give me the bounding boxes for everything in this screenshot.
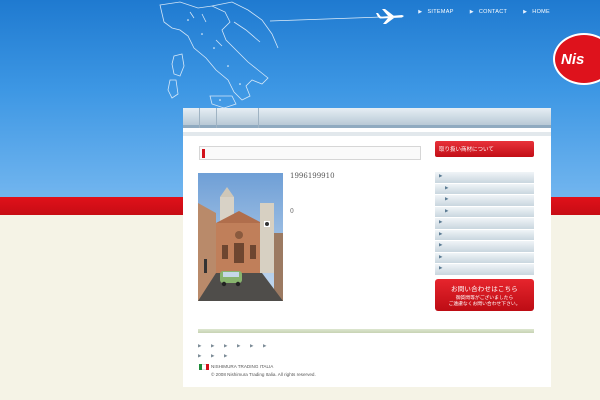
sidebar-item[interactable]: ▶	[435, 172, 534, 184]
footer-link[interactable]: ▶	[211, 354, 224, 359]
sidebar-item[interactable]: ▶	[435, 218, 534, 230]
sidebar-item[interactable]: ▶	[435, 195, 534, 207]
footer-link[interactable]: ▶	[198, 354, 211, 359]
chevron-right-icon: ▶	[439, 266, 443, 271]
footer-divider	[198, 329, 534, 333]
chevron-right-icon: ▶	[439, 174, 443, 179]
footer-link[interactable]: ▶	[250, 344, 263, 349]
footer-link[interactable]: ▶	[224, 354, 237, 359]
footer-link[interactable]: ▶	[237, 344, 250, 349]
chevron-right-icon: ▶	[445, 185, 449, 191]
nav-home-label: HOME	[532, 9, 550, 15]
footer-link[interactable]: ▶	[211, 344, 224, 349]
airplane-icon	[270, 9, 404, 24]
nav-home-link[interactable]: ▶ HOME	[523, 9, 550, 15]
contact-line-2: ご遠慮なくお問い合わせ下さい。	[448, 302, 521, 307]
sidebar-item[interactable]: ▶	[435, 264, 534, 276]
sidebar-list: ▶ ▶ ▶ ▶ ▶ ▶ ▶ ▶ ▶	[435, 172, 534, 276]
chevron-right-icon: ▶	[439, 220, 443, 225]
footer-links: ▶ ▶ ▶ ▶ ▶ ▶ ▶ ▶ ▶	[198, 341, 398, 361]
page-title-box	[199, 146, 421, 160]
nav-contact-label: CONTACT	[478, 9, 508, 15]
sidebar-item[interactable]: ▶	[435, 206, 534, 218]
top-navigation: ▶ SITEMAP ▶ CONTACT ▶ HOME	[418, 9, 550, 15]
sidebar-item[interactable]: ▶	[435, 252, 534, 264]
chevron-right-icon: ▶	[418, 9, 423, 15]
nav-sitemap-link[interactable]: ▶ SITEMAP	[418, 9, 453, 15]
date-text: 1996199910	[290, 172, 335, 180]
footer-link[interactable]: ▶	[224, 344, 237, 349]
footer-link[interactable]: ▶	[263, 344, 276, 349]
contact-banner[interactable]: お問い合わせはこちら 御質問等がございましたら ご遠慮なくお問い合わせ下さい。	[435, 279, 534, 311]
chevron-right-icon: ▶	[445, 197, 449, 202]
street-photo	[198, 173, 283, 301]
company-name: NISHIMURA TRADING ITALIA	[211, 364, 274, 369]
sidebar-header[interactable]: 取り扱い商材について	[435, 141, 534, 157]
tab-1[interactable]	[183, 108, 200, 128]
logo-text: Nis	[561, 50, 585, 68]
italy-flag-icon	[199, 364, 209, 370]
chevron-right-icon: ▶	[439, 254, 443, 260]
tab-3[interactable]	[217, 108, 259, 128]
copyright-text: © 2008 Nishimura Trading Italia. All rig…	[211, 372, 316, 377]
sidebar-item[interactable]: ▶	[435, 183, 534, 195]
chevron-right-icon: ▶	[469, 9, 474, 15]
contact-title: お問い合わせはこちら	[451, 285, 518, 293]
tab-2[interactable]	[200, 108, 217, 128]
chevron-right-icon: ▶	[445, 208, 449, 214]
chevron-right-icon: ▶	[439, 231, 443, 237]
chevron-right-icon: ▶	[523, 9, 528, 15]
footer-link[interactable]: ▶	[198, 344, 211, 349]
nav-sitemap-label: SITEMAP	[427, 9, 454, 15]
content-divider	[183, 132, 551, 136]
count-text: 0	[290, 208, 294, 215]
nav-contact-link[interactable]: ▶ CONTACT	[470, 9, 507, 15]
chevron-right-icon: ▶	[439, 243, 443, 248]
sidebar-item[interactable]: ▶	[435, 241, 534, 253]
sidebar-item[interactable]: ▶	[435, 229, 534, 241]
